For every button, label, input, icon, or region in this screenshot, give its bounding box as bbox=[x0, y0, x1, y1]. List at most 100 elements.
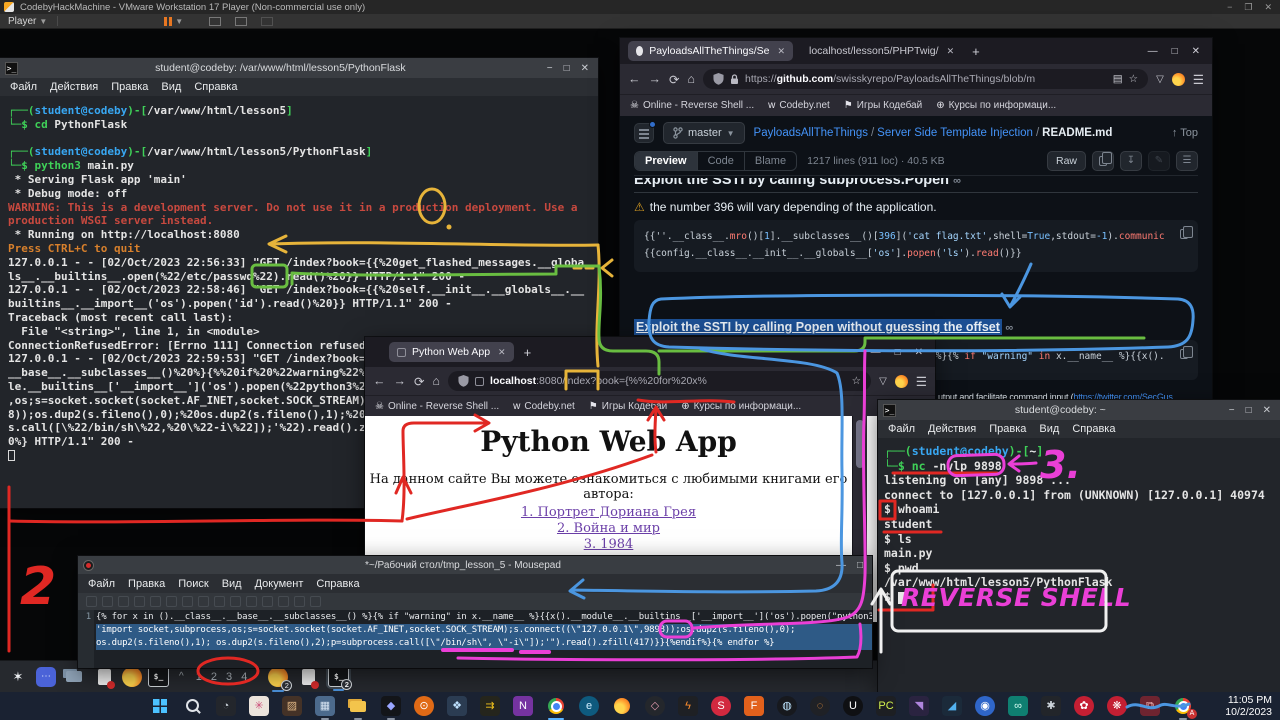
tab-code[interactable]: Code bbox=[698, 152, 745, 170]
sep[interactable] bbox=[166, 596, 177, 607]
back-button[interactable]: ← bbox=[373, 374, 386, 388]
camtasia-icon[interactable]: ∞ bbox=[1008, 696, 1028, 716]
terminal2-output[interactable]: ┌──(student@codeby)-[~]└─$ nc -nvlp 9898… bbox=[878, 438, 1280, 692]
menu-item[interactable]: Правка bbox=[111, 81, 148, 93]
scrollbar-thumb[interactable] bbox=[856, 420, 864, 468]
bookmark-item[interactable]: wCodeby.net bbox=[768, 100, 830, 111]
copy-icon[interactable] bbox=[230, 596, 241, 607]
mousepad-maximize-button[interactable]: □ bbox=[857, 560, 863, 571]
settings-red-icon-2[interactable]: ❋ bbox=[1107, 696, 1127, 716]
bookmark-star-icon[interactable]: ☆ bbox=[1129, 73, 1138, 85]
mousepad-icon[interactable] bbox=[92, 665, 116, 689]
tab-blame[interactable]: Blame bbox=[745, 152, 796, 170]
foxyproxy-icon[interactable] bbox=[1172, 73, 1185, 86]
tab-close-icon[interactable]: ✕ bbox=[777, 46, 785, 57]
bookmark-item[interactable]: ☠Online - Reverse Shell ... bbox=[630, 100, 754, 111]
pycharm-icon[interactable]: PC bbox=[876, 696, 896, 716]
terminal2-close-button[interactable]: ✕ bbox=[1263, 405, 1271, 416]
github-minimize-button[interactable]: — bbox=[1148, 46, 1158, 57]
breadcrumb-repo[interactable]: PayloadsAllTheThings bbox=[754, 127, 868, 139]
home-button[interactable]: ⌂ bbox=[687, 72, 695, 86]
red-folders-app-icon[interactable]: ⧉ bbox=[1140, 696, 1160, 716]
app-menu-icon[interactable]: ✶ bbox=[6, 665, 30, 689]
menu-item[interactable]: Файл bbox=[88, 578, 115, 590]
firefox-window-icon[interactable]: 2 bbox=[268, 667, 288, 687]
url-bar[interactable]: https://github.com/swisskyrepo/PayloadsA… bbox=[703, 69, 1148, 89]
system-clock[interactable]: 11:05 PM 10/2/2023 bbox=[1225, 694, 1272, 718]
fullscreen-button[interactable] bbox=[235, 17, 247, 26]
reader-mode-icon[interactable]: ▤ bbox=[1113, 73, 1123, 85]
copy-code-icon[interactable] bbox=[1180, 229, 1188, 239]
cut-icon[interactable] bbox=[214, 596, 225, 607]
redo-icon[interactable] bbox=[198, 596, 209, 607]
map-pin-icon[interactable]: ◉ bbox=[975, 696, 995, 716]
file-manager-icon[interactable] bbox=[62, 665, 86, 689]
goto-icon[interactable] bbox=[310, 596, 321, 607]
slack-icon[interactable]: ✳ bbox=[249, 696, 269, 716]
outline-icon[interactable]: ☰ bbox=[1176, 151, 1198, 171]
settings-red-icon-1[interactable]: ✿ bbox=[1074, 696, 1094, 716]
blender-icon[interactable]: ◌ bbox=[810, 696, 830, 716]
pocket-icon[interactable]: ▽ bbox=[879, 376, 887, 387]
copy-code-icon[interactable] bbox=[1180, 349, 1188, 359]
bookmark-item[interactable]: ⚑Игры Кодебай bbox=[844, 100, 922, 111]
bookmark-item[interactable]: ⊕Курсы по информаци... bbox=[681, 401, 801, 412]
sep[interactable] bbox=[262, 596, 273, 607]
tab-localhost-phptwig[interactable]: localhost/lesson5/PHPTwig/ ✕ bbox=[801, 41, 962, 61]
terminal-icon[interactable]: $_ bbox=[148, 666, 169, 687]
chevron-up-icon[interactable]: ^ bbox=[179, 671, 184, 682]
photos-app-icon[interactable]: ▨ bbox=[282, 696, 302, 716]
menu-item[interactable]: Действия bbox=[50, 81, 98, 93]
save-as-icon[interactable] bbox=[134, 596, 145, 607]
virtualbox-icon[interactable]: ❖ bbox=[447, 696, 467, 716]
reload-button[interactable]: ⟳ bbox=[669, 72, 679, 87]
menu-item[interactable]: Действия bbox=[928, 423, 976, 435]
code-block-subprocess-popen[interactable]: {{''.__class__.mro()[1].__subclasses__()… bbox=[634, 220, 1198, 272]
anchor-link-icon[interactable]: ∞ bbox=[1005, 322, 1013, 334]
carrot-app-icon[interactable]: ϟ bbox=[678, 696, 698, 716]
url-bar[interactable]: localhost:8080/index?book={%%20for%20x% … bbox=[448, 371, 871, 391]
payload-text[interactable]: {% for x in ().__class__.__base__.__subc… bbox=[94, 610, 872, 668]
breadcrumb-section[interactable]: Server Side Template Injection bbox=[877, 127, 1033, 139]
bookmark-item[interactable]: ☠Online - Reverse Shell ... bbox=[375, 401, 499, 412]
webapp-maximize-button[interactable]: □ bbox=[895, 347, 901, 358]
tab-payloadsallthethings[interactable]: PayloadsAllTheThings/Se ✕ bbox=[628, 41, 793, 61]
bookmark-item[interactable]: ⊕Курсы по информаци... bbox=[936, 100, 1056, 111]
calendar-app-icon[interactable]: ▦ bbox=[315, 696, 335, 716]
menu-item[interactable]: Файл bbox=[10, 81, 37, 93]
raw-button[interactable]: Raw bbox=[1047, 151, 1086, 171]
menu-item[interactable]: Файл bbox=[888, 423, 915, 435]
forward-button[interactable]: → bbox=[394, 374, 407, 388]
open-file-icon[interactable] bbox=[102, 596, 113, 607]
webapp-close-button[interactable]: ✕ bbox=[915, 347, 923, 358]
visual-studio-icon[interactable]: ◥ bbox=[909, 696, 929, 716]
resolve-app-icon[interactable]: ◇ bbox=[645, 696, 665, 716]
firefox-host-icon[interactable] bbox=[612, 696, 632, 716]
rufus-icon[interactable]: ⊙ bbox=[414, 696, 434, 716]
start-button[interactable] bbox=[150, 696, 170, 716]
forward-button[interactable]: → bbox=[649, 72, 662, 86]
suspend-vm-button[interactable] bbox=[164, 17, 172, 26]
foxyproxy-icon[interactable] bbox=[895, 375, 908, 388]
close-file-icon[interactable] bbox=[150, 596, 161, 607]
tab-python-web-app[interactable]: Python Web App ✕ bbox=[389, 342, 514, 362]
book-link[interactable]: 1. Портрет Дориана Грея bbox=[365, 505, 852, 520]
terminal-window-icon[interactable]: $_2 bbox=[328, 666, 349, 687]
terminal1-minimize-button[interactable]: − bbox=[547, 63, 553, 74]
chrome-profile-icon[interactable]: A bbox=[1173, 696, 1193, 716]
new-tab-button[interactable]: + bbox=[972, 44, 980, 59]
back-button[interactable]: ← bbox=[628, 72, 641, 86]
onenote-icon[interactable]: N bbox=[513, 696, 533, 716]
workspaces-icon[interactable]: ⋯ bbox=[36, 667, 56, 687]
menu-item[interactable]: Документ bbox=[255, 578, 304, 590]
vmware-minimize-button[interactable]: − bbox=[1227, 2, 1232, 13]
bookmark-star-icon[interactable]: ☆ bbox=[852, 375, 861, 387]
download-icon[interactable]: ↧ bbox=[1120, 151, 1142, 171]
anchor-link-icon[interactable]: ∞ bbox=[953, 178, 961, 187]
send-ctrl-alt-del-button[interactable] bbox=[209, 17, 221, 26]
menu-item[interactable]: Справка bbox=[1072, 423, 1115, 435]
undo-icon[interactable] bbox=[182, 596, 193, 607]
terminal2-titlebar[interactable]: >_ student@codeby: ~ − □ ✕ bbox=[878, 400, 1280, 420]
terminal2-maximize-button[interactable]: □ bbox=[1246, 405, 1252, 416]
tab-close-icon[interactable]: ✕ bbox=[947, 46, 955, 57]
